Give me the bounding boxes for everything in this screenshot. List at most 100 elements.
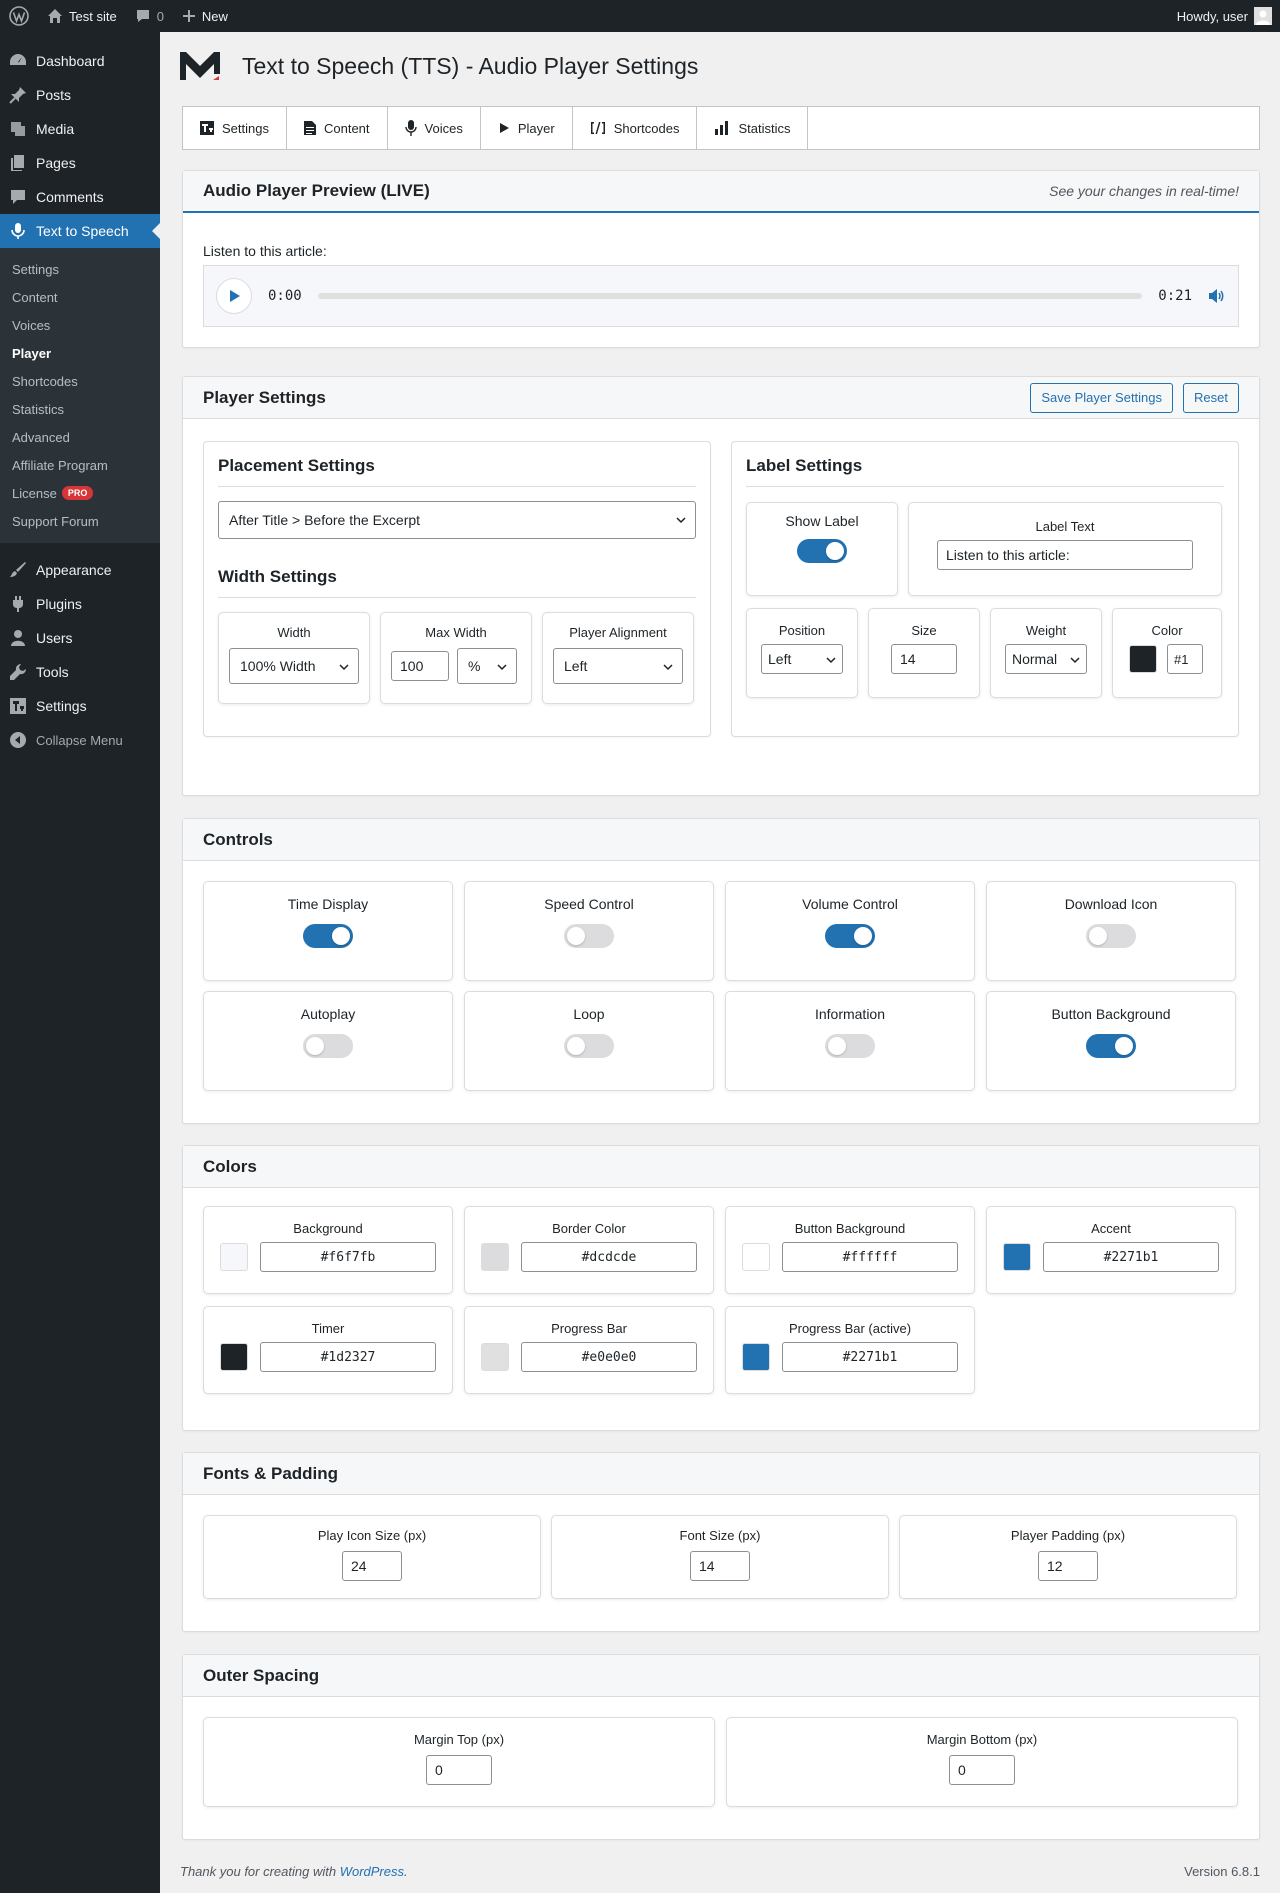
menu-media[interactable]: Media — [0, 112, 160, 146]
submenu-shortcodes[interactable]: Shortcodes — [0, 367, 160, 395]
submenu-affiliate[interactable]: Affiliate Program — [0, 451, 160, 479]
show-label-toggle[interactable] — [797, 539, 847, 563]
weight-select[interactable]: Normal — [1005, 644, 1087, 674]
color-input[interactable]: #1d2327 — [260, 1342, 436, 1372]
label-color-label: Color — [1151, 623, 1183, 638]
color-box: Border Color #dcdcde — [464, 1206, 714, 1294]
submenu-settings[interactable]: Settings — [0, 255, 160, 283]
menu-label: Posts — [36, 87, 72, 103]
color-swatch[interactable] — [742, 1343, 770, 1371]
position-label: Position — [778, 623, 826, 638]
wordpress-link[interactable]: WordPress — [340, 1864, 404, 1879]
color-input[interactable]: #ffffff — [782, 1242, 958, 1272]
tab-shortcodes[interactable]: Shortcodes — [573, 107, 698, 149]
progress-bar[interactable] — [317, 293, 1143, 299]
label-color-input[interactable]: #1 — [1167, 644, 1203, 674]
submenu-statistics[interactable]: Statistics — [0, 395, 160, 423]
menu-comments[interactable]: Comments — [0, 180, 160, 214]
control-toggle[interactable] — [825, 1034, 875, 1058]
label-panel: Label Settings Show Label Label Text Lis… — [731, 441, 1239, 737]
color-swatch[interactable] — [481, 1343, 509, 1371]
control-label: Download Icon — [1064, 896, 1158, 912]
admin-sidebar: Dashboard Posts Media Pages Comments Tex… — [0, 32, 160, 1893]
control-toggle[interactable] — [303, 1034, 353, 1058]
tab-settings[interactable]: Settings — [183, 107, 287, 149]
menu-label: Tools — [36, 664, 69, 680]
color-input[interactable]: #dcdcde — [521, 1242, 697, 1272]
control-toggle[interactable] — [303, 924, 353, 948]
color-swatch[interactable] — [481, 1243, 509, 1271]
control-toggle-wrap — [726, 1034, 974, 1061]
account-menu[interactable]: Howdy, user — [1177, 7, 1280, 25]
reset-button[interactable]: Reset — [1183, 382, 1239, 413]
width-select[interactable]: 100% Width — [229, 648, 359, 684]
submenu-support[interactable]: Support Forum — [0, 507, 160, 535]
font-setting-input[interactable]: 14 — [690, 1551, 750, 1581]
control-toggle[interactable] — [564, 1034, 614, 1058]
new-content-link[interactable]: New — [173, 0, 237, 32]
color-swatch[interactable] — [220, 1343, 248, 1371]
menu-tools[interactable]: Tools — [0, 655, 160, 689]
tab-statistics[interactable]: Statistics — [697, 107, 809, 149]
wordpress-logo[interactable] — [0, 0, 38, 32]
spacing-input[interactable]: 0 — [949, 1755, 1015, 1785]
footer-thanks: Thank you for creating with — [180, 1864, 340, 1879]
label-color-swatch[interactable] — [1129, 645, 1157, 673]
collapse-menu-button[interactable]: Collapse Menu — [0, 723, 160, 757]
control-toggle-wrap — [465, 924, 713, 951]
tab-content[interactable]: Content — [287, 107, 388, 149]
placement-select[interactable]: After Title > Before the Excerpt — [218, 501, 696, 539]
control-toggle[interactable] — [1086, 1034, 1136, 1058]
tab-voices[interactable]: Voices — [388, 107, 481, 149]
admin-bar: Test site 0 New Howdy, user — [0, 0, 1280, 32]
label-text-input[interactable]: Listen to this article: — [937, 540, 1193, 570]
submenu-player[interactable]: Player — [0, 339, 160, 367]
color-row: #f6f7fb — [220, 1242, 436, 1272]
max-width-input[interactable]: 100 — [391, 651, 449, 681]
color-input[interactable]: #2271b1 — [1043, 1242, 1219, 1272]
control-toggle[interactable] — [1086, 924, 1136, 948]
volume-icon[interactable] — [1208, 288, 1226, 304]
wrench-icon — [8, 662, 28, 682]
color-input[interactable]: #2271b1 — [782, 1342, 958, 1372]
control-toggle[interactable] — [564, 924, 614, 948]
menu-text-to-speech[interactable]: Text to Speech — [0, 214, 160, 248]
color-input[interactable]: #f6f7fb — [260, 1242, 436, 1272]
menu-settings[interactable]: Settings — [0, 689, 160, 723]
alignment-select[interactable]: Left — [553, 648, 683, 684]
spacing-input[interactable]: 0 — [426, 1755, 492, 1785]
menu-pages[interactable]: Pages — [0, 146, 160, 180]
player-settings-header: Player Settings Save Player Settings Res… — [183, 377, 1259, 419]
font-setting-input[interactable]: 24 — [342, 1551, 402, 1581]
save-player-settings-button[interactable]: Save Player Settings — [1030, 382, 1174, 413]
settings-icon — [8, 696, 28, 716]
color-swatch[interactable] — [742, 1243, 770, 1271]
menu-users[interactable]: Users — [0, 621, 160, 655]
menu-dashboard[interactable]: Dashboard — [0, 44, 160, 78]
comments-link[interactable]: 0 — [126, 0, 173, 32]
submenu-license[interactable]: License PRO — [0, 479, 160, 507]
control-toggle[interactable] — [825, 924, 875, 948]
submenu-advanced[interactable]: Advanced — [0, 423, 160, 451]
menu-posts[interactable]: Posts — [0, 78, 160, 112]
submenu-content[interactable]: Content — [0, 283, 160, 311]
color-swatch[interactable] — [1003, 1243, 1031, 1271]
alignment-label: Player Alignment — [569, 625, 667, 640]
position-select[interactable]: Left — [761, 644, 843, 674]
color-swatch[interactable] — [220, 1243, 248, 1271]
site-name-link[interactable]: Test site — [38, 0, 126, 32]
toggle-knob — [828, 1037, 846, 1055]
color-row: #2271b1 — [742, 1342, 958, 1372]
size-input[interactable]: 14 — [891, 644, 957, 674]
tab-player[interactable]: Player — [481, 107, 573, 149]
menu-appearance[interactable]: Appearance — [0, 553, 160, 587]
font-setting-input[interactable]: 12 — [1038, 1551, 1098, 1581]
comments-count: 0 — [156, 8, 164, 24]
color-input[interactable]: #e0e0e0 — [521, 1342, 697, 1372]
submenu-voices[interactable]: Voices — [0, 311, 160, 339]
max-width-unit-select[interactable]: % — [457, 648, 517, 684]
player-settings-card: Player Settings Save Player Settings Res… — [182, 376, 1260, 796]
toggle-knob — [1089, 927, 1107, 945]
play-button[interactable] — [216, 278, 252, 314]
menu-plugins[interactable]: Plugins — [0, 587, 160, 621]
